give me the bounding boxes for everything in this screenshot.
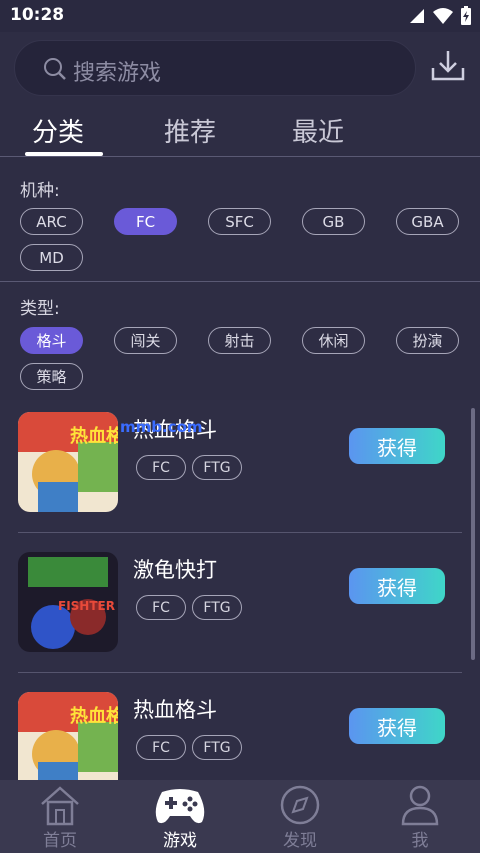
user-icon — [401, 785, 439, 826]
game-tag: FC — [136, 735, 186, 760]
game-tag: FC — [136, 455, 186, 480]
signal-icon — [410, 9, 424, 23]
game-list-item[interactable]: FISHTER 激龟快打 FC FTG 获得 — [0, 540, 480, 680]
game-list-item[interactable]: 热血格斗 热血格斗 FC FTG 获得 — [0, 680, 480, 780]
home-icon — [41, 786, 79, 826]
thumb-text: 热血格斗 — [70, 425, 118, 447]
game-tag: FTG — [192, 735, 242, 760]
game-list-item[interactable]: 热血格斗 热血格斗 mmb.com FC FTG 获得 — [0, 400, 480, 540]
scrollbar[interactable] — [471, 408, 475, 660]
tab-bar: 分类 推荐 最近 — [0, 108, 480, 156]
divider — [18, 532, 462, 533]
nav-item-discover[interactable]: 发现 — [240, 780, 360, 853]
battery-icon — [461, 6, 471, 25]
get-button[interactable]: 获得 — [349, 708, 445, 744]
search-icon — [44, 58, 66, 80]
tab-recent[interactable]: 最近 — [292, 112, 344, 149]
status-icons — [408, 6, 472, 26]
bottom-nav: 首页 游戏 发现 我 — [0, 780, 480, 853]
platform-chip-arc[interactable]: ARC — [20, 208, 83, 235]
divider — [18, 672, 462, 673]
download-icon[interactable] — [430, 48, 466, 84]
nav-item-home[interactable]: 首页 — [0, 780, 120, 853]
header: 搜索游戏 分类 推荐 最近 — [0, 32, 480, 156]
watermark: mmb.com — [120, 418, 203, 436]
search-input[interactable]: 搜索游戏 — [73, 55, 161, 87]
nav-label: 我 — [411, 831, 429, 851]
type-chip-fighting[interactable]: 格斗 — [20, 327, 83, 354]
game-title[interactable]: 激龟快打 — [133, 554, 217, 584]
platform-label: 机种: — [20, 181, 60, 201]
status-bar: 10:28 — [0, 0, 480, 32]
nav-label: 发现 — [283, 831, 317, 851]
platform-chip-md[interactable]: MD — [20, 244, 83, 271]
game-list[interactable]: 热血格斗 热血格斗 mmb.com FC FTG 获得 FISHTER 激龟快打… — [0, 400, 480, 780]
platform-chip-gba[interactable]: GBA — [396, 208, 459, 235]
type-chip-adventure[interactable]: 闯关 — [114, 327, 177, 354]
thumb-text: FISHTER — [58, 599, 115, 613]
game-thumbnail: FISHTER — [18, 552, 118, 652]
nav-item-games[interactable]: 游戏 — [120, 780, 240, 853]
game-title[interactable]: 热血格斗 — [133, 694, 217, 724]
platform-chip-gb[interactable]: GB — [302, 208, 365, 235]
game-tag: FC — [136, 595, 186, 620]
nav-item-me[interactable]: 我 — [360, 780, 480, 853]
game-thumbnail: 热血格斗 — [18, 692, 118, 780]
type-chip-shooting[interactable]: 射击 — [208, 327, 271, 354]
tab-recommend[interactable]: 推荐 — [164, 112, 216, 149]
status-time: 10:28 — [10, 5, 65, 25]
nav-label: 游戏 — [163, 831, 197, 851]
compass-icon — [280, 785, 320, 825]
filter-panel: 机种: ARC FC SFC GB GBA MD 类型: 格斗 闯关 射击 休闲… — [0, 156, 480, 400]
platform-chip-fc[interactable]: FC — [114, 208, 177, 235]
type-label: 类型: — [20, 299, 60, 319]
divider — [0, 281, 480, 282]
wifi-icon — [433, 8, 453, 24]
nav-label: 首页 — [43, 831, 77, 851]
game-thumbnail: 热血格斗 — [18, 412, 118, 512]
search-bar[interactable]: 搜索游戏 — [14, 40, 416, 96]
platform-chip-sfc[interactable]: SFC — [208, 208, 271, 235]
tab-category[interactable]: 分类 — [32, 112, 84, 149]
get-button[interactable]: 获得 — [349, 568, 445, 604]
get-button[interactable]: 获得 — [349, 428, 445, 464]
divider — [0, 156, 480, 157]
type-chip-casual[interactable]: 休闲 — [302, 327, 365, 354]
game-tag: FTG — [192, 595, 242, 620]
gamepad-icon — [155, 789, 205, 824]
thumb-text: 热血格斗 — [70, 705, 118, 727]
type-chip-rpg[interactable]: 扮演 — [396, 327, 459, 354]
type-chip-strategy[interactable]: 策略 — [20, 363, 83, 390]
game-tag: FTG — [192, 455, 242, 480]
